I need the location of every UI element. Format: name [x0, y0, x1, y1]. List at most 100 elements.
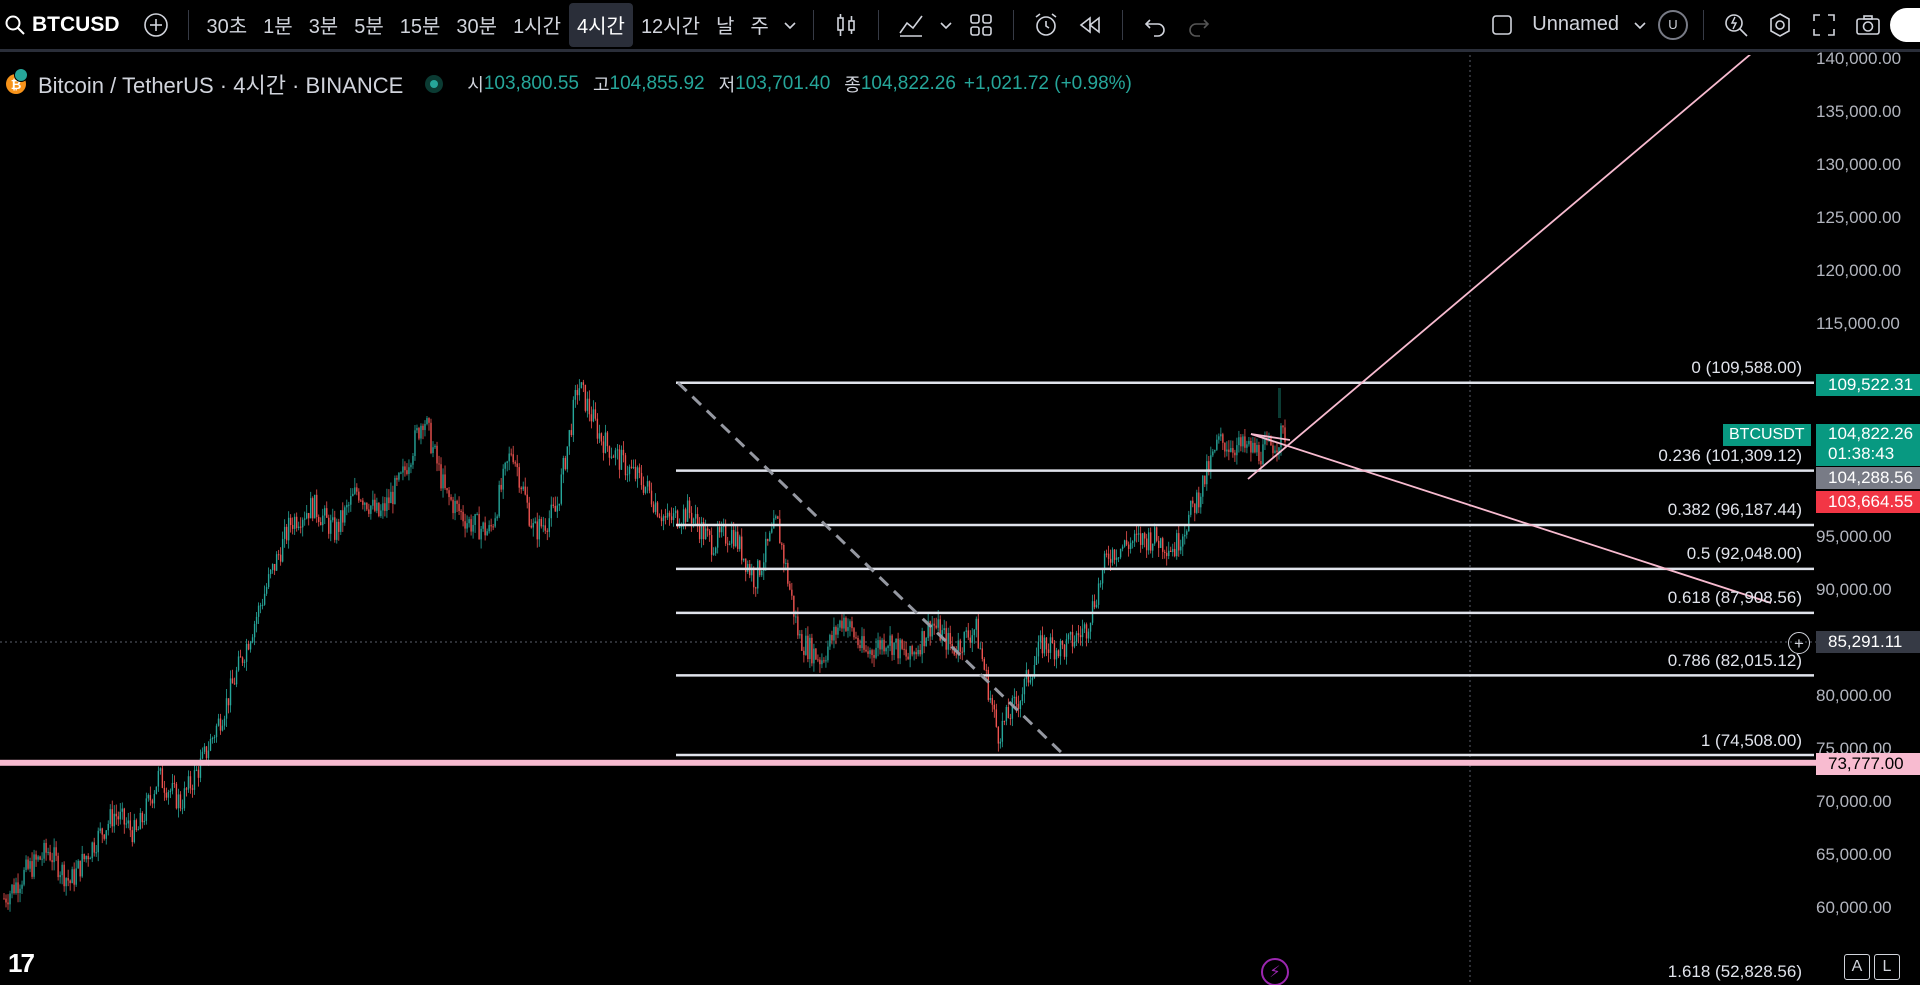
gray-price-tag: 104,288.56: [1816, 467, 1920, 489]
indicators-dropdown[interactable]: [933, 3, 959, 47]
timeframe-5m[interactable]: 5분: [346, 3, 392, 47]
candle-body: [187, 776, 190, 790]
candle-body: [316, 494, 318, 517]
candle-body: [51, 860, 53, 863]
timeframe-3m[interactable]: 3분: [301, 3, 347, 47]
candle-body: [1174, 548, 1176, 557]
fib-level-label[interactable]: 0.618 (87,908.56): [1668, 588, 1802, 608]
layout-name[interactable]: Unnamed: [1524, 3, 1627, 47]
timeframe-30m[interactable]: 30분: [448, 3, 505, 47]
candle-body: [572, 399, 575, 436]
candle-body: [849, 621, 851, 628]
add-order-plus-icon[interactable]: +: [1788, 632, 1810, 654]
candle-body: [358, 491, 360, 501]
plus-circle-icon: [143, 12, 168, 37]
candle-body: [117, 816, 119, 820]
candle-body: [334, 517, 336, 540]
indicators-button[interactable]: [889, 3, 933, 47]
redo-button[interactable]: [1177, 3, 1221, 47]
candle-body: [269, 570, 272, 575]
fib-level-label[interactable]: 0.5 (92,048.00): [1687, 544, 1802, 564]
crosshair-price-tag: 85,291.11: [1816, 631, 1920, 653]
trend-line-up: [1247, 55, 1752, 480]
tradingview-logo[interactable]: 17: [8, 948, 35, 979]
log-scale-button[interactable]: L: [1874, 954, 1900, 980]
user-avatar-button[interactable]: U: [1653, 3, 1693, 47]
candle-body: [65, 878, 67, 887]
fib-level-label[interactable]: 1.618 (52,828.56): [1668, 962, 1802, 982]
candle-body: [99, 828, 101, 831]
timeframe-dropdown[interactable]: [777, 3, 803, 47]
timeframe-12h[interactable]: 12시간: [633, 3, 708, 47]
publish-button[interactable]: [1890, 3, 1920, 47]
candle-body: [131, 830, 134, 843]
candle-body: [165, 792, 168, 798]
candle-body: [416, 428, 418, 431]
low-label: 저: [718, 75, 736, 95]
candle-body: [1115, 557, 1118, 560]
timeframe-1h[interactable]: 1시간: [505, 3, 569, 47]
fib-level-label[interactable]: 1 (74,508.00): [1701, 731, 1802, 751]
chart-pane[interactable]: [0, 55, 1920, 985]
legend-title[interactable]: Bitcoin / TetherUS · 4시간 · BINANCE: [38, 68, 403, 100]
candle-body: [69, 880, 71, 884]
candle-body: [831, 635, 833, 641]
alert-button[interactable]: [1024, 3, 1068, 47]
candle-body: [247, 643, 250, 650]
candle-body: [203, 746, 206, 752]
chart-type-button[interactable]: [824, 3, 868, 47]
grid-icon: [969, 13, 992, 36]
fullscreen-button[interactable]: [1802, 3, 1846, 47]
candle-body: [733, 530, 735, 547]
candle-body: [1170, 550, 1172, 552]
snapshot-button[interactable]: [1846, 3, 1890, 47]
candle-body: [1005, 706, 1008, 722]
timeframe-1m[interactable]: 1분: [255, 3, 301, 47]
candle-body: [865, 649, 867, 652]
price-axis-tick: 80,000.00: [1816, 686, 1892, 705]
candle-body: [21, 884, 23, 889]
replay-button[interactable]: [1068, 3, 1112, 47]
auto-scale-button[interactable]: A: [1844, 954, 1870, 980]
quick-search-button[interactable]: [1714, 3, 1758, 47]
candle-body: [1186, 531, 1188, 535]
candle-body: [875, 647, 877, 658]
undo-button[interactable]: [1133, 3, 1177, 47]
candle-body: [803, 650, 805, 655]
symbol-search-button[interactable]: BTCUSD: [0, 3, 120, 47]
fib-level-label[interactable]: 0.382 (96,187.44): [1668, 500, 1802, 520]
candle-body: [1049, 637, 1052, 653]
candle-body: [219, 718, 222, 731]
fib-level-label[interactable]: 0.786 (82,015.12): [1668, 651, 1802, 671]
layout-dropdown[interactable]: [1627, 3, 1653, 47]
timeframe-day[interactable]: 날: [708, 3, 742, 47]
market-open-icon: [425, 75, 444, 93]
compare-symbol-button[interactable]: [134, 3, 178, 47]
price-chart[interactable]: [0, 55, 1920, 985]
candle-body: [540, 519, 542, 527]
gear-icon: [1770, 12, 1790, 37]
candle-body: [911, 646, 913, 655]
candle-body: [755, 587, 757, 589]
fib-level-label[interactable]: 0.236 (101,309.12): [1658, 446, 1802, 466]
timeframe-week[interactable]: 주: [742, 3, 776, 47]
candle-body: [53, 847, 55, 863]
settings-button[interactable]: [1758, 3, 1802, 47]
candle-body: [905, 649, 907, 657]
candle-body: [1077, 633, 1080, 636]
templates-button[interactable]: [959, 3, 1003, 47]
timeframe-30s[interactable]: 30초: [199, 3, 256, 47]
timeframe-15m[interactable]: 15분: [392, 3, 449, 47]
candle-body: [618, 449, 621, 470]
candle-body: [718, 527, 721, 533]
layout-select-button[interactable]: [1480, 3, 1524, 47]
candle-body: [604, 432, 607, 453]
candle-body: [578, 388, 581, 396]
lightning-icon[interactable]: ⚡: [1261, 958, 1289, 985]
candle-body: [895, 638, 897, 643]
candle-body: [1099, 583, 1102, 585]
fib-level-label[interactable]: 0 (109,588.00): [1691, 358, 1802, 378]
timeframe-4h[interactable]: 4시간: [569, 2, 633, 47]
candle-body: [466, 523, 468, 529]
candle-body: [450, 497, 452, 500]
